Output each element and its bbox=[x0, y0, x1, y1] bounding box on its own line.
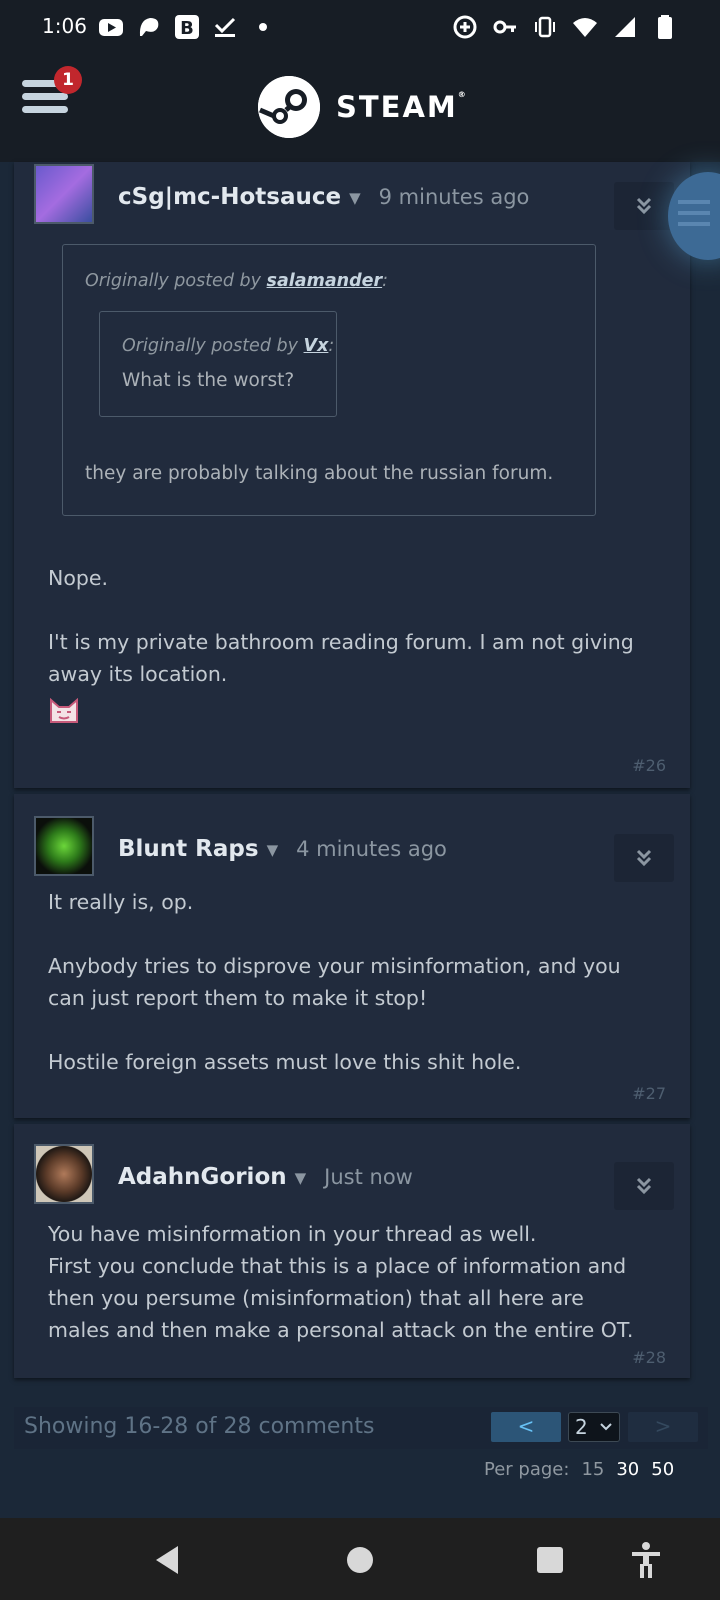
pagination-bar: Showing 16-28 of 28 comments < 2 > bbox=[14, 1407, 708, 1449]
author-dropdown-icon[interactable]: ▼ bbox=[295, 1169, 307, 1187]
status-time: 1:06 bbox=[42, 14, 87, 38]
recents-icon[interactable] bbox=[530, 1540, 570, 1580]
per-page-label: Per page: bbox=[484, 1459, 570, 1480]
per-page-15[interactable]: 15 bbox=[581, 1459, 604, 1480]
author-dropdown-icon[interactable]: ▼ bbox=[349, 189, 361, 207]
comment-26: cSg|mc-Hotsauce ▼ 9 minutes ago Originall… bbox=[14, 162, 690, 788]
notification-badge[interactable]: 1 bbox=[54, 66, 82, 94]
chevron-double-down-icon bbox=[636, 849, 652, 867]
avatar[interactable] bbox=[34, 164, 94, 224]
post-number[interactable]: #26 bbox=[632, 756, 666, 775]
check-icon bbox=[212, 14, 238, 40]
quote-block: Originally posted by salamander: Origina… bbox=[62, 244, 596, 516]
quote-text: they are probably talking about the russ… bbox=[85, 463, 554, 484]
cat-emote-icon bbox=[48, 697, 80, 728]
per-page-30[interactable]: 30 bbox=[616, 1459, 639, 1480]
quote-text: What is the worst? bbox=[122, 370, 295, 391]
post-number[interactable]: #28 bbox=[632, 1348, 666, 1367]
patreon-icon bbox=[136, 14, 162, 40]
author-name[interactable]: AdahnGorion ▼ bbox=[118, 1164, 306, 1190]
system-nav-bar bbox=[0, 1518, 720, 1600]
timestamp: 4 minutes ago bbox=[296, 837, 447, 861]
expand-button[interactable] bbox=[614, 182, 674, 230]
add-circle-icon bbox=[452, 14, 478, 40]
comment-body: Nope. I't is my private bathroom reading… bbox=[48, 566, 634, 686]
vibrate-icon bbox=[532, 14, 558, 40]
prev-page-button[interactable]: < bbox=[491, 1412, 561, 1442]
post-number[interactable]: #27 bbox=[632, 1084, 666, 1103]
quote-user-link[interactable]: salamander bbox=[267, 271, 383, 291]
back-icon[interactable] bbox=[148, 1540, 188, 1580]
signal-icon bbox=[612, 14, 638, 40]
steam-brand[interactable]: STEAM® bbox=[336, 90, 468, 124]
chevron-double-down-icon bbox=[636, 197, 652, 215]
steam-logo-icon[interactable] bbox=[258, 76, 320, 138]
per-page-50[interactable]: 50 bbox=[651, 1459, 674, 1480]
quote-attribution: Originally posted by salamander: bbox=[85, 271, 389, 291]
comment-28: AdahnGorion ▼ Just now You have misinform… bbox=[14, 1124, 690, 1378]
app-header: 1 STEAM® bbox=[0, 54, 720, 162]
timestamp: Just now bbox=[324, 1165, 413, 1189]
youtube-icon bbox=[98, 14, 124, 40]
battery-icon bbox=[652, 14, 678, 40]
timestamp: 9 minutes ago bbox=[378, 185, 530, 209]
avatar[interactable] bbox=[34, 816, 94, 876]
quote-user-link[interactable]: Vx bbox=[304, 336, 329, 356]
avatar[interactable] bbox=[34, 1144, 94, 1204]
key-icon bbox=[492, 14, 518, 40]
wifi-icon bbox=[572, 14, 598, 40]
home-icon[interactable] bbox=[340, 1540, 380, 1580]
next-page-button[interactable]: > bbox=[628, 1412, 698, 1442]
chevron-double-down-icon bbox=[636, 1177, 652, 1195]
per-page: Per page: 15 30 50 bbox=[484, 1459, 674, 1480]
expand-button[interactable] bbox=[614, 1162, 674, 1210]
dot-icon bbox=[250, 14, 276, 40]
quote-attribution: Originally posted by Vx: bbox=[122, 336, 335, 356]
author-dropdown-icon[interactable]: ▼ bbox=[267, 841, 279, 859]
comment-body: You have misinformation in your thread a… bbox=[48, 1222, 634, 1342]
comment-body: It really is, op. Anybody tries to dispr… bbox=[48, 890, 621, 1074]
author-name[interactable]: cSg|mc-Hotsauce ▼ bbox=[118, 184, 361, 210]
status-bar: 1:06 B bbox=[0, 0, 720, 54]
nested-quote-block: Originally posted by Vx: What is the wor… bbox=[99, 311, 337, 417]
chevron-down-icon bbox=[600, 1423, 612, 1431]
comment-27: Blunt Raps ▼ 4 minutes ago It really is, … bbox=[14, 794, 690, 1118]
showing-count: Showing 16-28 of 28 comments bbox=[24, 1414, 375, 1439]
accessibility-icon[interactable] bbox=[626, 1540, 666, 1580]
svg-text:B: B bbox=[180, 18, 194, 39]
bold-b-icon: B bbox=[174, 14, 200, 40]
menu-icon bbox=[678, 200, 710, 226]
page-select[interactable]: 2 bbox=[568, 1412, 620, 1442]
author-name[interactable]: Blunt Raps ▼ bbox=[118, 836, 278, 862]
expand-button[interactable] bbox=[614, 834, 674, 882]
